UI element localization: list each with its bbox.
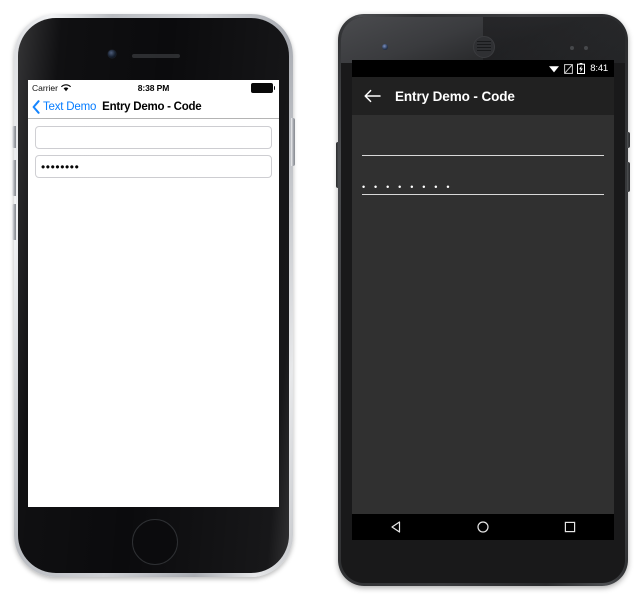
battery-charging-icon	[577, 63, 586, 74]
android-power-button[interactable]	[627, 132, 630, 148]
nav-recents-square-icon[interactable]	[563, 520, 577, 534]
android-content-area: • • • • • • • •	[352, 115, 614, 514]
entry-plain[interactable]	[362, 131, 604, 156]
android-volume-rocker[interactable]	[627, 162, 630, 192]
iphone-device: Carrier 8:38 PM Text Demo Entry Demo - C…	[12, 14, 295, 577]
page-title: Entry Demo - Code	[102, 101, 202, 113]
wifi-icon	[549, 66, 560, 73]
entry-plain[interactable]	[35, 126, 272, 149]
home-button[interactable]	[131, 519, 178, 565]
iphone-volume-down-button[interactable]	[12, 204, 16, 240]
ios-navigation-bar: Text Demo Entry Demo - Code	[28, 96, 279, 119]
earpiece-speaker-icon	[473, 36, 495, 58]
ios-back-button[interactable]: Text Demo	[43, 101, 96, 113]
iphone-screen: Carrier 8:38 PM Text Demo Entry Demo - C…	[28, 80, 279, 507]
no-signal-icon	[564, 63, 574, 74]
nav-back-triangle-icon[interactable]	[389, 520, 403, 534]
iphone-volume-up-button[interactable]	[12, 160, 16, 196]
android-navigation-bar	[352, 514, 614, 540]
entry-password[interactable]: • • • • • • • •	[362, 170, 604, 195]
front-camera-icon	[108, 50, 116, 58]
ios-clock: 8:38 PM	[137, 83, 170, 93]
ios-content-area: ••••••••	[28, 119, 279, 507]
android-volume-button[interactable]	[336, 142, 339, 188]
android-device: 8:41 Entry Demo - Code • • • • • • • •	[336, 14, 630, 586]
front-camera-icon	[382, 44, 388, 50]
android-light-sensor	[584, 46, 588, 50]
nav-home-circle-icon[interactable]	[476, 520, 490, 534]
entry-password[interactable]: ••••••••	[35, 155, 272, 178]
ios-status-bar: Carrier 8:38 PM	[28, 80, 279, 96]
iphone-power-button[interactable]	[291, 118, 295, 166]
page-title: Entry Demo - Code	[395, 88, 515, 104]
arrow-back-icon[interactable]	[364, 89, 381, 103]
earpiece-speaker-icon	[132, 54, 180, 58]
android-toolbar: Entry Demo - Code	[352, 77, 614, 115]
android-screen: 8:41 Entry Demo - Code • • • • • • • •	[352, 60, 614, 514]
iphone-mute-switch[interactable]	[12, 126, 16, 148]
android-status-bar: 8:41	[352, 60, 614, 77]
android-clock: 8:41	[590, 63, 608, 74]
chevron-left-icon[interactable]	[32, 100, 40, 114]
android-proximity-sensor	[570, 46, 574, 50]
